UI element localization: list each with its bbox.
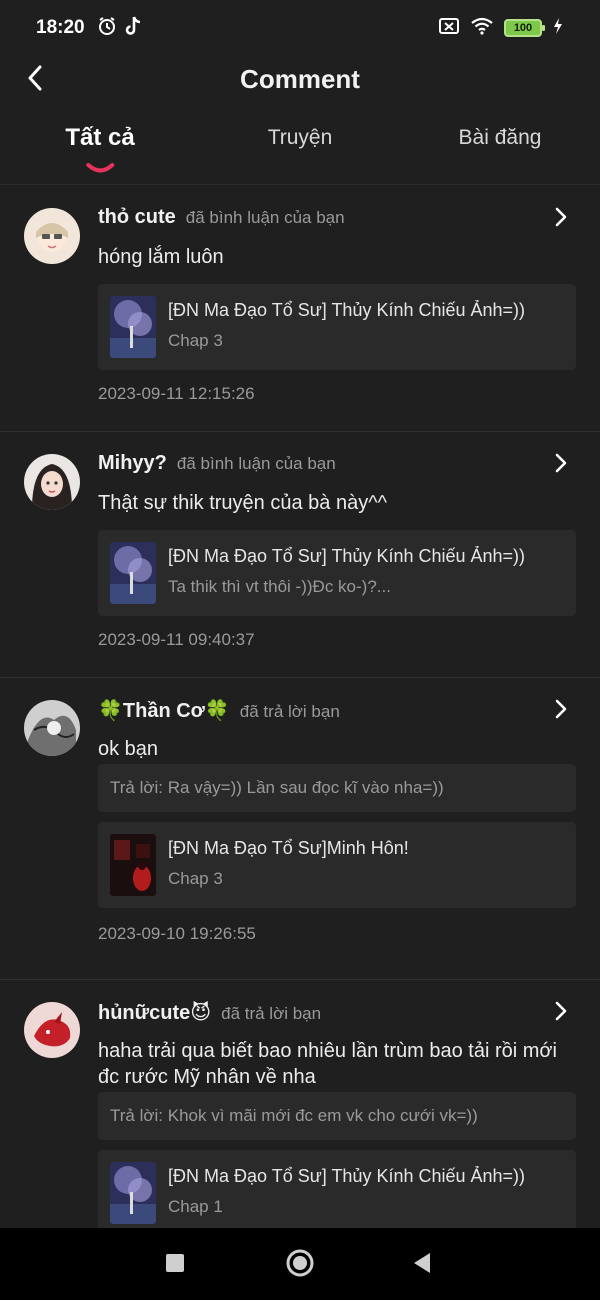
story-chapter: Chap 3 — [168, 331, 223, 350]
recent-apps-icon — [165, 1253, 185, 1278]
action-text: đã trả lời bạn — [221, 1004, 322, 1023]
chevron-right-icon[interactable] — [552, 698, 570, 720]
username[interactable]: hủnữcute😈 — [98, 1000, 211, 1025]
alarm-icon — [97, 16, 117, 41]
timestamp: 2023-09-11 09:40:37 — [98, 630, 255, 649]
page-title: Comment — [240, 64, 360, 94]
back-nav-button[interactable] — [405, 1248, 439, 1282]
home-button[interactable] — [283, 1248, 317, 1282]
story-card[interactable]: [ĐN Ma Đạo Tổ Sư]Minh Hôn! Chap 3 — [98, 822, 576, 908]
chevron-right-icon[interactable] — [552, 206, 570, 228]
story-chapter: Chap 3 — [168, 869, 223, 888]
comment-text: haha trải qua biết bao nhiêu lần trùm ba… — [98, 1040, 557, 1088]
avatar[interactable] — [24, 700, 80, 756]
notification-list: thỏ cute đã bình luận của bạn hóng lắm l… — [0, 186, 600, 1228]
avatar[interactable] — [24, 208, 80, 264]
comment-text: ok bạn — [98, 738, 159, 760]
story-card[interactable]: [ĐN Ma Đạo Tổ Sư] Thủy Kính Chiếu Ảnh=))… — [98, 284, 576, 370]
status-bar: 18:20 100 — [0, 0, 600, 56]
story-thumbnail — [110, 542, 156, 604]
comment-text: Thật sự thik truyện của bà này^^ — [98, 492, 387, 514]
username[interactable]: Mihyy? — [98, 452, 167, 475]
tab-active-indicator — [86, 163, 114, 173]
action-text: đã bình luận của bạn — [176, 454, 336, 473]
comment-text: hóng lắm luôn — [98, 246, 224, 268]
story-title: [ĐN Ma Đạo Tổ Sư]Minh Hôn! — [168, 838, 409, 858]
story-card[interactable]: [ĐN Ma Đạo Tổ Sư] Thủy Kính Chiếu Ảnh=))… — [98, 1150, 576, 1228]
status-time: 18:20 — [36, 17, 85, 38]
recent-apps-button[interactable] — [158, 1248, 192, 1282]
list-item[interactable]: thỏ cute đã bình luận của bạn hóng lắm l… — [0, 186, 600, 432]
tab-stories[interactable]: Truyện — [268, 126, 333, 150]
story-comment-preview: Ta thik thì vt thôi -))Đc ko-)?... — [168, 577, 391, 596]
chevron-right-icon[interactable] — [552, 1000, 570, 1022]
tabs-divider — [0, 184, 600, 185]
story-chapter: Chap 1 — [168, 1197, 223, 1216]
back-icon — [412, 1252, 432, 1279]
username[interactable]: thỏ cute — [98, 206, 176, 229]
story-thumbnail — [110, 1162, 156, 1224]
tab-posts-label: Bài đăng — [458, 126, 542, 149]
username[interactable]: 🍀Thần Cơ🍀 — [98, 698, 230, 723]
reply-quote: Trả lời: Ra vậy=)) Lần sau đọc kĩ vào nh… — [98, 764, 576, 812]
sim-off-icon — [438, 17, 460, 40]
tab-bar: Tất cả Truyện Bài đăng — [0, 114, 600, 174]
action-text: đã bình luận của bạn — [185, 208, 345, 227]
story-title: [ĐN Ma Đạo Tổ Sư] Thủy Kính Chiếu Ảnh=)) — [168, 1166, 526, 1186]
charging-icon — [552, 17, 564, 40]
story-card[interactable]: [ĐN Ma Đạo Tổ Sư] Thủy Kính Chiếu Ảnh=))… — [98, 530, 576, 616]
tab-posts[interactable]: Bài đăng — [459, 126, 542, 150]
battery-indicator: 100 — [504, 19, 545, 37]
reply-quote: Trả lời: Khok vì mãi mới đc em vk cho cư… — [98, 1092, 576, 1140]
story-thumbnail — [110, 834, 156, 896]
avatar[interactable] — [24, 1002, 80, 1058]
list-item[interactable]: hủnữcute😈 đã trả lời bạn haha trải qua b… — [0, 980, 600, 1228]
timestamp: 2023-09-10 19:26:55 — [98, 924, 256, 943]
story-thumbnail — [110, 296, 156, 358]
list-item[interactable]: Mihyy? đã bình luận của bạn Thật sự thik… — [0, 432, 600, 678]
home-icon — [285, 1248, 315, 1283]
tab-stories-label: Truyện — [267, 126, 333, 149]
story-title: [ĐN Ma Đạo Tổ Sư] Thủy Kính Chiếu Ảnh=)) — [168, 546, 526, 566]
timestamp: 2023-09-11 12:15:26 — [98, 384, 255, 403]
story-title: [ĐN Ma Đạo Tổ Sư] Thủy Kính Chiếu Ảnh=)) — [168, 300, 526, 320]
header: Comment — [0, 56, 600, 104]
action-text: đã trả lời bạn — [239, 702, 340, 721]
list-item[interactable]: 🍀Thần Cơ🍀 đã trả lời bạn ok bạn Trả lời:… — [0, 678, 600, 980]
tiktok-icon — [125, 16, 143, 41]
system-nav-bar — [0, 1228, 600, 1300]
wifi-icon — [470, 17, 494, 40]
chevron-right-icon[interactable] — [552, 452, 570, 474]
avatar[interactable] — [24, 454, 80, 510]
tab-all-label: Tất cả — [65, 124, 135, 151]
tab-all[interactable]: Tất cả — [65, 124, 135, 173]
